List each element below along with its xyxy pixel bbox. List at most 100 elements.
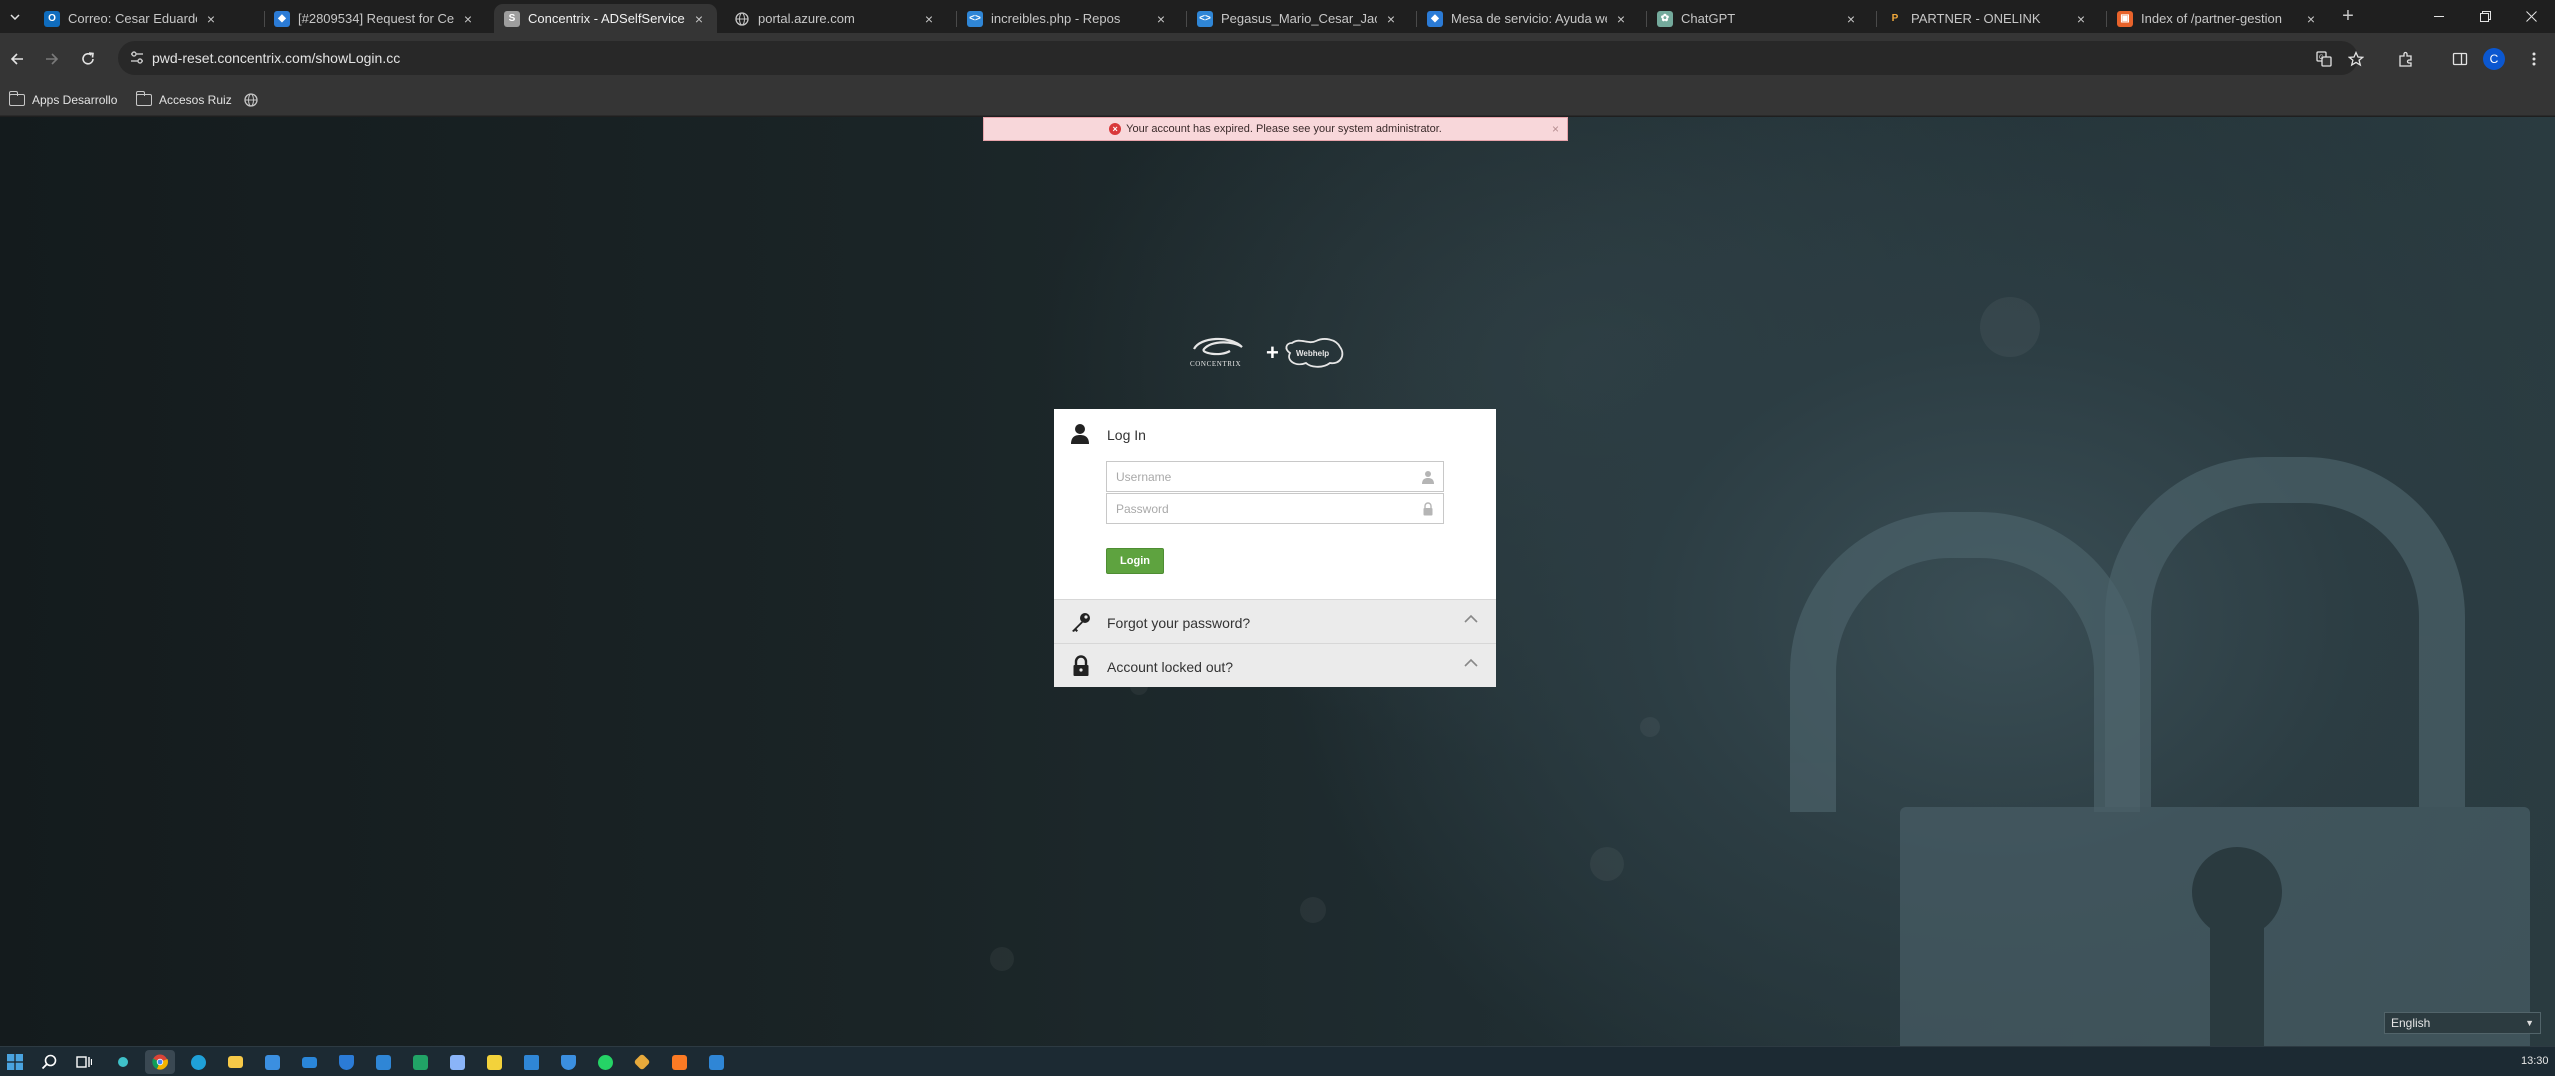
bookmark-star-button[interactable] <box>2342 45 2370 73</box>
username-field[interactable] <box>1106 461 1444 492</box>
tab-title: ChatGPT <box>1681 11 1736 26</box>
task-view-button[interactable] <box>69 1050 99 1074</box>
tab-title: PARTNER - ONELINK <box>1911 11 2041 26</box>
minimize-button[interactable] <box>2416 0 2462 33</box>
forgot-password-accordion[interactable]: Forgot your password? <box>1054 599 1496 643</box>
tab-title: Index of /partner-gestion <box>2141 11 2282 26</box>
taskbar-notepad[interactable] <box>442 1050 472 1074</box>
tab-search-button[interactable] <box>3 5 27 29</box>
close-icon[interactable]: × <box>1552 122 1559 136</box>
close-tab-icon[interactable]: × <box>921 11 937 27</box>
close-tab-icon[interactable]: × <box>2073 11 2089 27</box>
taskbar-defender[interactable] <box>331 1050 361 1074</box>
bookmark-accesos-ruiz[interactable]: Accesos Ruiz <box>135 90 232 110</box>
sticky-notes-icon <box>486 1054 502 1070</box>
language-select[interactable]: English ▼ <box>2384 1012 2541 1034</box>
close-tab-icon[interactable]: × <box>1613 11 1629 27</box>
restore-button[interactable] <box>2462 0 2508 33</box>
outlook-icon: O <box>44 10 60 27</box>
taskbar-vscode-2[interactable] <box>701 1050 731 1074</box>
padlock-shackle-graphic <box>2105 457 2465 807</box>
user-icon <box>1071 424 1089 444</box>
notepad-icon <box>449 1054 465 1070</box>
username-input[interactable] <box>1107 462 1443 491</box>
taskbar-git[interactable] <box>627 1050 657 1074</box>
new-tab-button[interactable]: + <box>2336 5 2360 29</box>
close-tab-icon[interactable]: × <box>2303 11 2319 27</box>
password-input[interactable] <box>1107 494 1443 523</box>
reload-button[interactable] <box>74 45 102 73</box>
tab-outlook[interactable]: O Correo: Cesar Eduardo Ruiz G × <box>34 4 229 33</box>
close-tab-icon[interactable]: × <box>691 11 707 27</box>
password-field[interactable] <box>1106 493 1444 524</box>
tab-concentrix[interactable]: S Concentrix - ADSelfService Pl × <box>494 4 717 33</box>
account-locked-accordion[interactable]: Account locked out? <box>1054 643 1496 687</box>
clock[interactable]: 13:30 <box>2521 1055 2549 1067</box>
tab-index[interactable]: ▣ Index of /partner-gestion × <box>2107 4 2329 33</box>
profile-avatar[interactable]: C <box>2483 48 2505 70</box>
puzzle-icon <box>2399 51 2412 67</box>
vscode-icon: <> <box>1197 10 1213 27</box>
vscode-icon <box>708 1054 724 1070</box>
webhelp-wordmark: Webhelp <box>1296 349 1329 358</box>
tab-azure[interactable]: portal.azure.com × <box>724 4 947 33</box>
index-icon: ▣ <box>2117 10 2133 27</box>
site-settings-icon[interactable] <box>128 49 146 67</box>
bookmark-label: Apps Desarrollo <box>32 93 118 107</box>
widgets-button[interactable] <box>108 1050 138 1074</box>
translate-button[interactable]: G <box>2310 45 2338 73</box>
tab-chatgpt[interactable]: ✿ ChatGPT × <box>1647 4 1869 33</box>
close-tab-icon[interactable]: × <box>1383 11 1399 27</box>
whatsapp-icon <box>597 1054 613 1070</box>
bookmark-apps-desarrollo[interactable]: Apps Desarrollo <box>8 90 118 110</box>
taskbar-chrome[interactable] <box>145 1050 175 1074</box>
login-panel: Log In Login Forgot your password? Accou… <box>1054 409 1496 687</box>
url-text[interactable]: pwd-reset.concentrix.com/showLogin.cc <box>152 50 400 66</box>
side-panel-button[interactable] <box>2446 45 2474 73</box>
tab-partner[interactable]: P PARTNER - ONELINK × <box>1877 4 2099 33</box>
bokeh-light <box>1980 297 2040 357</box>
forward-button[interactable] <box>38 45 66 73</box>
taskbar-azure[interactable] <box>516 1050 546 1074</box>
close-tab-icon[interactable]: × <box>460 11 476 27</box>
tab-title: portal.azure.com <box>758 11 855 26</box>
tab-mesa[interactable]: ◆ Mesa de servicio: Ayuda web × <box>1417 4 1639 33</box>
taskbar-store[interactable] <box>257 1050 287 1074</box>
menu-button[interactable] <box>2520 45 2548 73</box>
taskbar-security[interactable] <box>553 1050 583 1074</box>
tab-increibles[interactable]: <> increibles.php - Repos × <box>957 4 1179 33</box>
taskbar-mail[interactable] <box>294 1050 324 1074</box>
restore-icon <box>2479 11 2491 22</box>
tab-title: increibles.php - Repos <box>991 11 1121 26</box>
taskbar-edge[interactable] <box>183 1050 213 1074</box>
taskbar-sticky-notes[interactable] <box>479 1050 509 1074</box>
tab-title: Concentrix - ADSelfService Pl <box>528 11 685 26</box>
close-tab-icon[interactable]: × <box>1843 11 1859 27</box>
tab-request[interactable]: ◆ [#2809534] Request for Cesar × <box>264 4 486 33</box>
azure-icon <box>523 1054 539 1070</box>
close-tab-icon[interactable]: × <box>1153 11 1169 27</box>
back-button[interactable] <box>3 45 31 73</box>
close-tab-icon[interactable]: × <box>203 11 219 27</box>
tab-strip: O Correo: Cesar Eduardo Ruiz G × ◆ [#280… <box>0 0 2555 33</box>
error-icon: × <box>1109 123 1122 135</box>
taskbar-whatsapp[interactable] <box>590 1050 620 1074</box>
edge-icon <box>190 1054 206 1070</box>
taskbar-xampp[interactable] <box>664 1050 694 1074</box>
taskbar-vscode[interactable] <box>368 1050 398 1074</box>
login-button[interactable]: Login <box>1106 548 1164 574</box>
bokeh-light <box>1590 847 1624 881</box>
tab-title: Pegasus_Mario_Cesar_Jacky B <box>1221 11 1377 26</box>
kebab-menu-icon <box>2532 52 2536 66</box>
close-window-button[interactable] <box>2508 0 2554 33</box>
plus-sign: + <box>1266 340 1279 365</box>
bookmark-globe[interactable] <box>244 90 258 110</box>
chrome-icon <box>152 1054 168 1070</box>
taskbar-file-explorer[interactable] <box>220 1050 250 1074</box>
start-button[interactable] <box>0 1050 30 1074</box>
address-bar[interactable]: pwd-reset.concentrix.com/showLogin.cc <box>118 41 2358 75</box>
taskbar-excel[interactable] <box>405 1050 435 1074</box>
extensions-button[interactable] <box>2392 45 2420 73</box>
tab-pegasus[interactable]: <> Pegasus_Mario_Cesar_Jacky B × <box>1187 4 1409 33</box>
taskbar-search-button[interactable] <box>34 1050 64 1074</box>
